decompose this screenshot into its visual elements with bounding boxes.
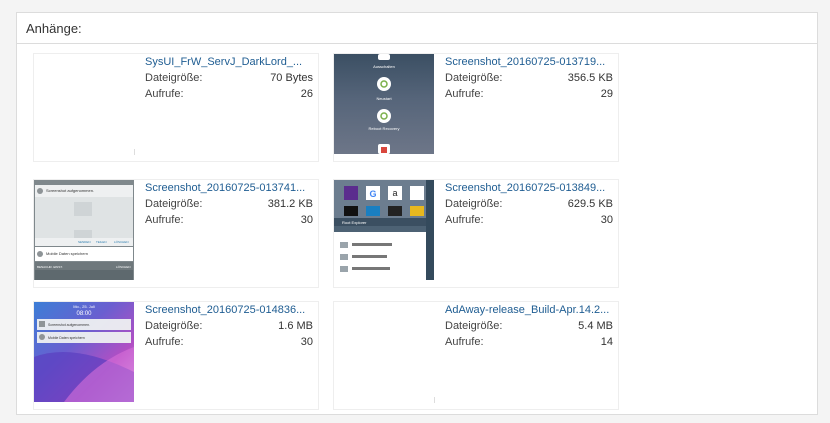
- notification-text: Screenshot aufgenommen.: [46, 188, 94, 193]
- notification-text: SENDEN: [78, 240, 91, 244]
- attachment-info: Screenshot_20160725-014836... Dateigröße…: [145, 304, 313, 350]
- lockscreen-image: Mo., 25. Juli 08:00 Screenshot aufgenomm…: [34, 304, 134, 402]
- views-label: Aufrufe:: [445, 214, 484, 226]
- section-title: Anhänge:: [17, 13, 817, 44]
- size-label: Dateigröße:: [145, 198, 203, 210]
- attachment-tile[interactable]: Screenshot aufgenommen. SENDEN TEILEN LÖ…: [33, 179, 319, 288]
- attachment-filename-link[interactable]: Screenshot_20160725-014836...: [145, 304, 313, 316]
- root-explorer-title: Root Explorer: [342, 220, 367, 225]
- attachment-thumbnail-blank[interactable]: [34, 54, 134, 154]
- attachment-info: Screenshot_20160725-013741... Dateigröße…: [145, 182, 313, 228]
- views-value: 30: [300, 336, 313, 348]
- attachment-tile[interactable]: G a Root Explorer Screenshot_20160725-01…: [333, 179, 619, 288]
- attachment-filename-link[interactable]: AdAway-release_Build-Apr.14.2...: [445, 304, 613, 316]
- size-label: Dateigröße:: [445, 198, 503, 210]
- power-menu-image: Neustart Reboot Recovery Ausschalten: [369, 54, 400, 154]
- attachment-tile[interactable]: Mo., 25. Juli 08:00 Screenshot aufgenomm…: [33, 301, 319, 410]
- notification-text: TEILEN: [96, 240, 107, 244]
- attachment-tile[interactable]: AdAway-release_Build-Apr.14.2... Dateigr…: [333, 301, 619, 410]
- attachment-filename-link[interactable]: Screenshot_20160725-013849...: [445, 182, 613, 194]
- thumbnail-shadow: [134, 149, 141, 155]
- size-label: Dateigröße:: [145, 72, 203, 84]
- notification-text: LÖSCHEN: [116, 265, 131, 269]
- lockscreen-date: Mo., 25. Juli: [73, 304, 95, 309]
- size-value: 629.5 KB: [567, 198, 613, 210]
- size-value: 356.5 KB: [567, 72, 613, 84]
- attachment-thumbnail-power-menu[interactable]: Neustart Reboot Recovery Ausschalten: [334, 54, 434, 154]
- views-label: Aufrufe:: [145, 88, 184, 100]
- size-label: Dateigröße:: [145, 320, 203, 332]
- views-value: 30: [300, 214, 313, 226]
- views-value: 26: [300, 88, 313, 100]
- size-label: Dateigröße:: [445, 72, 503, 84]
- attachment-thumbnail-root-explorer[interactable]: G a Root Explorer: [334, 180, 434, 280]
- views-label: Aufrufe:: [445, 88, 484, 100]
- attachment-thumbnail-notification[interactable]: Screenshot aufgenommen. SENDEN TEILEN LÖ…: [34, 180, 134, 280]
- views-value: 14: [600, 336, 613, 348]
- svg-text:a: a: [392, 188, 397, 198]
- views-label: Aufrufe:: [445, 336, 484, 348]
- size-value: 1.6 MB: [278, 320, 313, 332]
- attachment-info: Screenshot_20160725-013719... Dateigröße…: [445, 56, 613, 102]
- views-label: Aufrufe:: [145, 336, 184, 348]
- attachment-thumbnail-blank[interactable]: [334, 302, 434, 402]
- attachment-tile[interactable]: Neustart Reboot Recovery Ausschalten Scr…: [333, 53, 619, 162]
- attachment-thumbnail-lockscreen[interactable]: Mo., 25. Juli 08:00 Screenshot aufgenomm…: [34, 302, 134, 402]
- attachment-info: SysUI_FrW_ServJ_DarkLord_... Dateigröße:…: [145, 56, 313, 102]
- size-value: 70 Bytes: [270, 72, 313, 84]
- notification-text: Mobile Daten speichern: [46, 251, 88, 256]
- root-explorer-image: G a Root Explorer: [334, 180, 434, 280]
- size-label: Dateigröße:: [445, 320, 503, 332]
- notification-image: Screenshot aufgenommen. SENDEN TEILEN LÖ…: [34, 180, 134, 280]
- attachment-filename-link[interactable]: SysUI_FrW_ServJ_DarkLord_...: [145, 56, 313, 68]
- power-menu-text: Ausschalten: [373, 64, 395, 69]
- attachment-info: AdAway-release_Build-Apr.14.2... Dateigr…: [445, 304, 613, 350]
- notification-text: BENACHR. EINST.: [37, 265, 63, 269]
- lockscreen-notification: Mobile Daten speichern: [48, 336, 85, 340]
- lockscreen-notification: Screenshot aufgenommen.: [48, 323, 90, 327]
- attachments-panel: Anhänge: SysUI_FrW_ServJ_DarkLord_... Da…: [16, 12, 818, 415]
- attachment-filename-link[interactable]: Screenshot_20160725-013719...: [445, 56, 613, 68]
- thumbnail-shadow: [434, 397, 441, 403]
- power-menu-text: Reboot Recovery: [369, 126, 400, 131]
- attachment-tile[interactable]: SysUI_FrW_ServJ_DarkLord_... Dateigröße:…: [33, 53, 319, 162]
- views-value: 29: [600, 88, 613, 100]
- attachment-filename-link[interactable]: Screenshot_20160725-013741...: [145, 182, 313, 194]
- svg-text:G: G: [369, 189, 376, 199]
- views-label: Aufrufe:: [145, 214, 184, 226]
- notification-text: LÖSCHEN: [114, 240, 129, 244]
- lockscreen-time: 08:00: [76, 311, 92, 317]
- views-value: 30: [600, 214, 613, 226]
- power-menu-text: Neustart: [376, 96, 392, 101]
- size-value: 381.2 KB: [267, 198, 313, 210]
- size-value: 5.4 MB: [578, 320, 613, 332]
- attachment-info: Screenshot_20160725-013849... Dateigröße…: [445, 182, 613, 228]
